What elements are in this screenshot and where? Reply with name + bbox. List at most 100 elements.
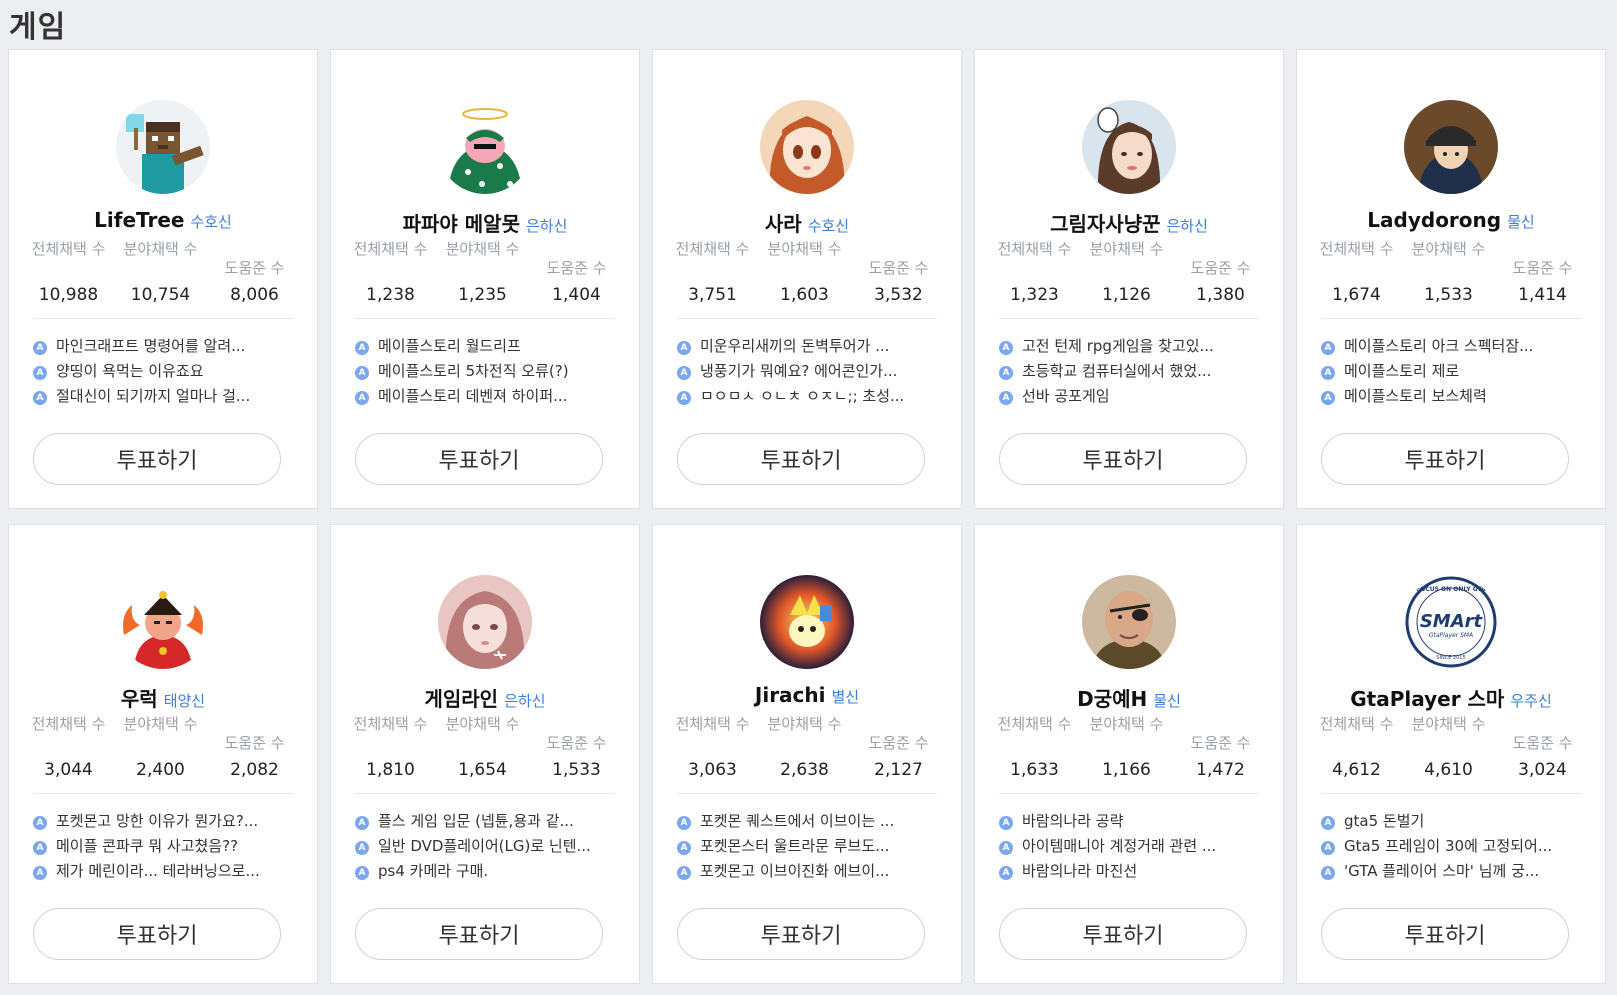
answer-item[interactable]: A 'GTA 플레이어 스마' 님께 궁... <box>1321 860 1586 885</box>
answer-title[interactable]: 포켓몬고 이브이진화 에브이... <box>700 862 889 880</box>
answer-item[interactable]: A 포켓몬스터 울트라문 루브도... <box>677 835 942 860</box>
answer-icon: A <box>1321 341 1335 355</box>
vote-button[interactable]: 투표하기 <box>355 433 603 485</box>
answer-item[interactable]: A 일반 DVD플레이어(LG)로 닌텐... <box>355 835 620 860</box>
answer-item[interactable]: A 메이플스토리 데벤져 하이퍼... <box>355 385 620 410</box>
answer-item[interactable]: A 바람의나라 공략 <box>999 810 1264 835</box>
answer-icon: A <box>33 366 47 380</box>
vote-button[interactable]: 투표하기 <box>1321 433 1569 485</box>
answerer-name[interactable]: D궁예H <box>1077 687 1147 711</box>
answer-title[interactable]: 아이템매니아 계정거래 관련 ... <box>1022 837 1216 855</box>
vote-button[interactable]: 투표하기 <box>33 908 281 960</box>
answer-item[interactable]: A 선바 공포게임 <box>999 385 1264 410</box>
answer-title[interactable]: 메이플스토리 5차전직 오류(?) <box>378 362 569 380</box>
answer-title[interactable]: 포켓몬스터 울트라문 루브도... <box>700 837 889 855</box>
answer-title[interactable]: 메이플스토리 아크 스펙터잠... <box>1344 337 1533 355</box>
vote-button[interactable]: 투표하기 <box>355 908 603 960</box>
vote-button[interactable]: 투표하기 <box>999 433 1247 485</box>
answer-item[interactable]: A 포켓몬고 망한 이유가 뭔가요?... <box>33 810 298 835</box>
answerer-name[interactable]: 우럭 <box>121 687 158 711</box>
answer-title[interactable]: 플스 게임 입문 (넵튠,용과 같... <box>378 812 574 830</box>
answer-item[interactable]: A 플스 게임 입문 (넵튠,용과 같... <box>355 810 620 835</box>
stat-value-help: 3,024 <box>1518 760 1567 780</box>
vote-button[interactable]: 투표하기 <box>33 433 281 485</box>
answerer-name[interactable]: 게임라인 <box>424 687 498 711</box>
vote-button[interactable]: 투표하기 <box>1321 908 1569 960</box>
answer-title[interactable]: 양띵이 욕먹는 이유죠요 <box>56 362 204 380</box>
answerer-name[interactable]: 그림자사냥꾼 <box>1050 212 1160 236</box>
answer-item[interactable]: A ㅁㅇㅁㅅ ㅇㄴㅊ ㅇㅈㄴ;; 초성... <box>677 385 942 410</box>
answerer-name[interactable]: Ladydorong <box>1367 208 1501 232</box>
answer-title[interactable]: 냉풍기가 뭐예요? 에어콘인가... <box>700 362 897 380</box>
answer-item[interactable]: A 메이플스토리 5차전직 오류(?) <box>355 360 620 385</box>
answer-item[interactable]: Aps4 카메라 구매. <box>355 860 620 885</box>
vote-button[interactable]: 투표하기 <box>677 908 925 960</box>
avatar[interactable] <box>1082 575 1176 669</box>
stats: 전체채택 수 1,323 분야채택 수 1,126 도움준 수 1,380 <box>997 240 1259 310</box>
stat-value-total: 3,063 <box>688 760 737 780</box>
answer-title[interactable]: 바람의나라 공략 <box>1022 812 1123 830</box>
avatar[interactable] <box>438 100 532 194</box>
vote-button[interactable]: 투표하기 <box>999 908 1247 960</box>
answer-title[interactable]: 바람의나라 마진선 <box>1022 862 1137 880</box>
answer-title[interactable]: 포켓몬고 망한 이유가 뭔가요?... <box>56 812 258 830</box>
answer-title[interactable]: 제가 메린이라... 테라버닝으로... <box>56 862 260 880</box>
avatar[interactable] <box>116 100 210 194</box>
answer-item[interactable]: A 절대신이 되기까지 얼마나 걸... <box>33 385 298 410</box>
answer-title[interactable]: 포켓몬 퀘스트에서 이브이는 ... <box>700 812 894 830</box>
answerer-name[interactable]: 사라 <box>765 212 802 236</box>
answer-title[interactable]: 메이플스토리 제로 <box>1344 362 1459 380</box>
answer-item[interactable]: A 바람의나라 마진선 <box>999 860 1264 885</box>
answer-item[interactable]: A 아이템매니아 계정거래 관련 ... <box>999 835 1264 860</box>
answer-item[interactable]: A 마인크래프트 명령어를 알려... <box>33 335 298 360</box>
avatar[interactable] <box>760 575 854 669</box>
answer-title[interactable]: 고전 턴제 rpg게임을 찾고있... <box>1022 337 1214 355</box>
avatar[interactable] <box>1404 100 1498 194</box>
avatar[interactable] <box>760 100 854 194</box>
answerer-name[interactable]: LifeTree <box>94 208 184 232</box>
answer-item[interactable]: A 메이플 콘파쿠 뭐 사고쳤음?? <box>33 835 298 860</box>
answer-title[interactable]: gta5 돈벌기 <box>1344 812 1424 830</box>
avatar[interactable] <box>1082 100 1176 194</box>
answer-item[interactable]: A 포켓몬 퀘스트에서 이브이는 ... <box>677 810 942 835</box>
answer-title[interactable]: 메이플 콘파쿠 뭐 사고쳤음?? <box>56 837 238 855</box>
answer-title[interactable]: 초등학교 컴퓨터실에서 했었... <box>1022 362 1211 380</box>
stat-value-field: 1,654 <box>458 760 507 780</box>
answer-item[interactable]: A 고전 턴제 rpg게임을 찾고있... <box>999 335 1264 360</box>
vote-button[interactable]: 투표하기 <box>677 433 925 485</box>
answer-item[interactable]: A 포켓몬고 이브이진화 에브이... <box>677 860 942 885</box>
answer-item[interactable]: A Gta5 프레임이 30에 고정되어... <box>1321 835 1586 860</box>
answer-item[interactable]: A 제가 메린이라... 테라버닝으로... <box>33 860 298 885</box>
avatar[interactable] <box>438 575 532 669</box>
answer-title[interactable]: 미운우리새끼의 돈벽투어가 ... <box>700 337 889 355</box>
answer-list: A 고전 턴제 rpg게임을 찾고있... A 초등학교 컴퓨터실에서 했었... … <box>999 335 1264 410</box>
answer-item[interactable]: A 메이플스토리 아크 스펙터잠... <box>1321 335 1586 360</box>
answer-item[interactable]: A 메이플스토리 보스체력 <box>1321 385 1586 410</box>
answerer-name[interactable]: 파파야 메알못 <box>403 212 520 236</box>
avatar[interactable] <box>116 575 210 669</box>
answer-title[interactable]: ps4 카메라 구매. <box>378 862 488 880</box>
answer-title[interactable]: ㅁㅇㅁㅅ ㅇㄴㅊ ㅇㅈㄴ;; 초성... <box>700 387 904 405</box>
avatar[interactable]: FOCUS ON ONLY GTA SMArt GtaPlayer SMA SI… <box>1404 575 1498 669</box>
answer-title[interactable]: 일반 DVD플레이어(LG)로 닌텐... <box>378 837 591 855</box>
answer-title[interactable]: 선바 공포게임 <box>1022 387 1110 405</box>
answer-title[interactable]: 마인크래프트 명령어를 알려... <box>56 337 245 355</box>
answer-item[interactable]: A 메이플스토리 제로 <box>1321 360 1586 385</box>
answer-item[interactable]: A 양띵이 욕먹는 이유죠요 <box>33 360 298 385</box>
answer-item[interactable]: A 초등학교 컴퓨터실에서 했었... <box>999 360 1264 385</box>
rank-badge: 수호신 <box>190 213 232 231</box>
answer-item[interactable]: A 메이플스토리 월드리프 <box>355 335 620 360</box>
answer-title[interactable]: 메이플스토리 데벤져 하이퍼... <box>378 387 567 405</box>
answer-title[interactable]: 메이플스토리 월드리프 <box>378 337 521 355</box>
rank-badge: 우주신 <box>1510 692 1552 710</box>
answer-item[interactable]: Agta5 돈벌기 <box>1321 810 1586 835</box>
answerer-name[interactable]: Jirachi <box>755 683 826 707</box>
stat-label-help: 도움준 수 <box>868 734 929 752</box>
answer-title[interactable]: Gta5 프레임이 30에 고정되어... <box>1344 837 1552 855</box>
answer-title[interactable]: 'GTA 플레이어 스마' 님께 궁... <box>1344 862 1539 880</box>
answer-title[interactable]: 메이플스토리 보스체력 <box>1344 387 1487 405</box>
answer-item[interactable]: A 냉풍기가 뭐예요? 에어콘인가... <box>677 360 942 385</box>
answerer-name[interactable]: GtaPlayer 스마 <box>1350 687 1504 711</box>
answer-title[interactable]: 절대신이 되기까지 얼마나 걸... <box>56 387 250 405</box>
answer-item[interactable]: A 미운우리새끼의 돈벽투어가 ... <box>677 335 942 360</box>
